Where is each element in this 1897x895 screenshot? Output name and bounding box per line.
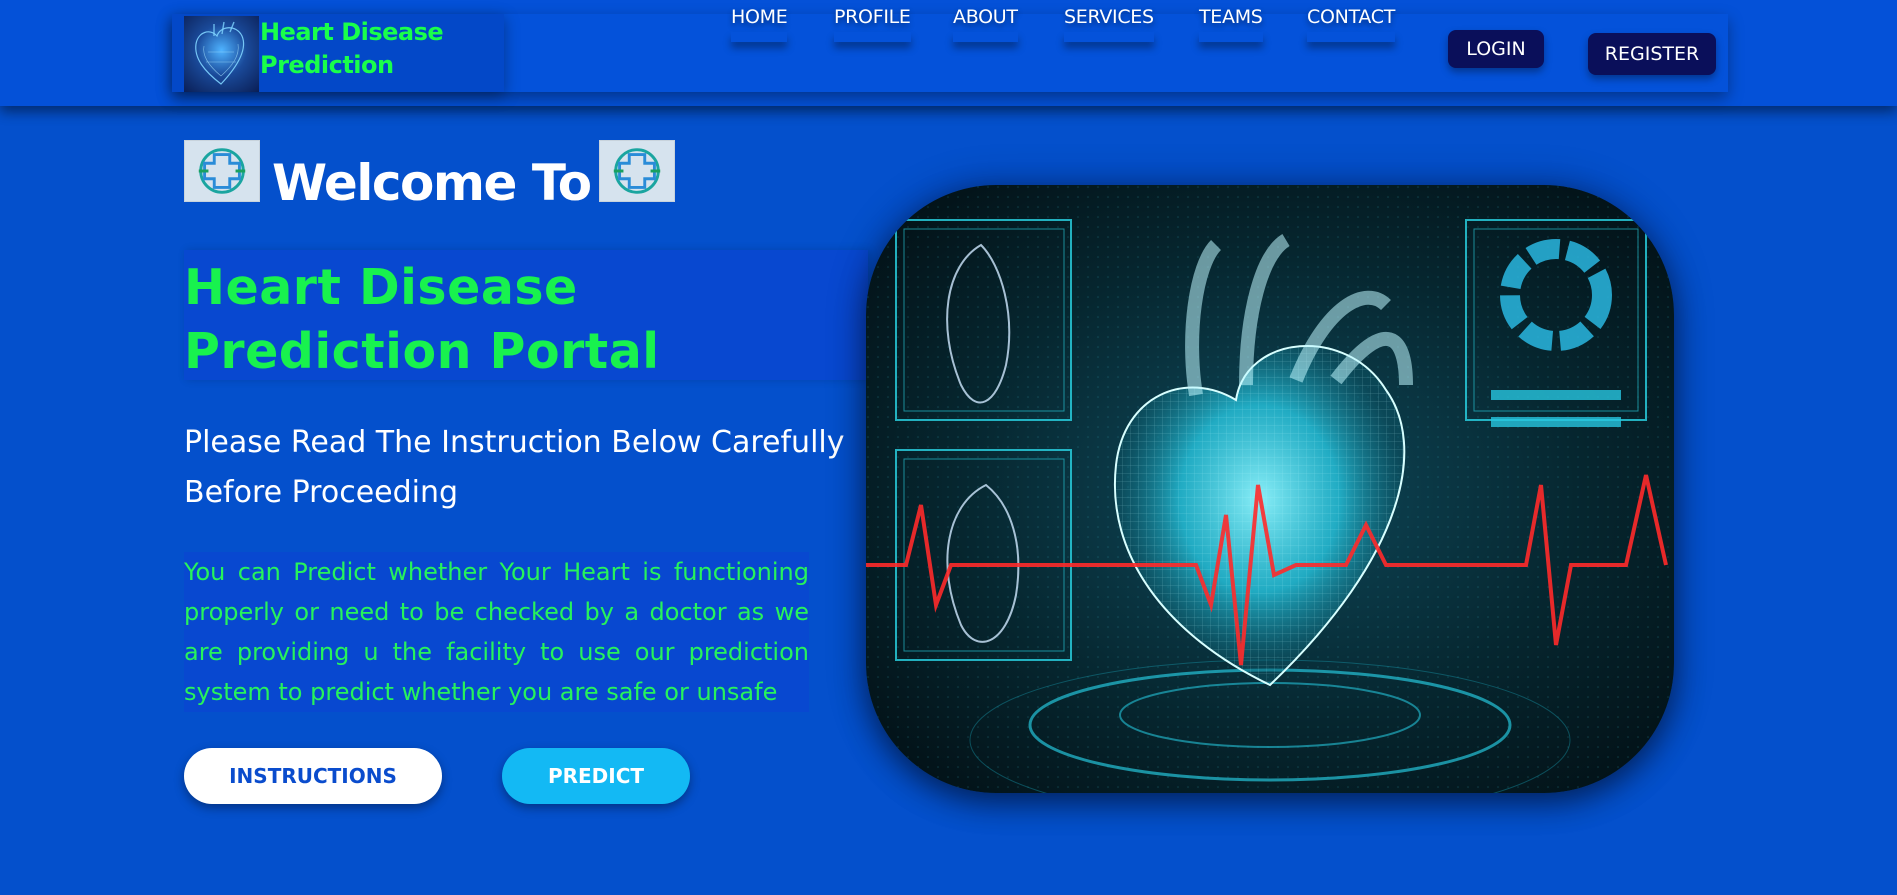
description-box: You can Predict whether Your Heart is fu… — [184, 552, 809, 712]
welcome-text: Welcome To — [272, 154, 592, 212]
medical-cross-icon — [184, 140, 260, 202]
nav-home-link[interactable]: HOME — [731, 6, 788, 38]
brand-name: Heart Disease Prediction — [260, 18, 444, 79]
nav-about-link[interactable]: ABOUT — [953, 6, 1018, 38]
heart-mesh-logo-icon — [184, 16, 259, 92]
description-text: You can Predict whether Your Heart is fu… — [184, 558, 809, 706]
portal-title-box: Heart Disease Prediction Portal — [184, 250, 868, 380]
predict-button[interactable]: PREDICT — [502, 748, 690, 804]
nav-contact-link[interactable]: CONTACT — [1307, 6, 1395, 38]
instruction-text: Please Read The Instruction Below Carefu… — [184, 425, 845, 510]
register-button[interactable]: REGISTER — [1588, 33, 1716, 75]
login-button[interactable]: LOGIN — [1448, 30, 1544, 68]
nav-profile-link[interactable]: PROFILE — [834, 6, 911, 38]
portal-title: Heart Disease Prediction Portal — [184, 259, 660, 380]
nav-teams-link[interactable]: TEAMS — [1199, 6, 1263, 38]
holographic-heart-illustration-icon — [866, 185, 1674, 793]
brand[interactable]: Heart Disease Prediction — [172, 14, 504, 92]
medical-cross-icon — [599, 140, 675, 202]
instructions-button[interactable]: INSTRUCTIONS — [184, 748, 442, 804]
nav-services-link[interactable]: SERVICES — [1064, 6, 1154, 38]
